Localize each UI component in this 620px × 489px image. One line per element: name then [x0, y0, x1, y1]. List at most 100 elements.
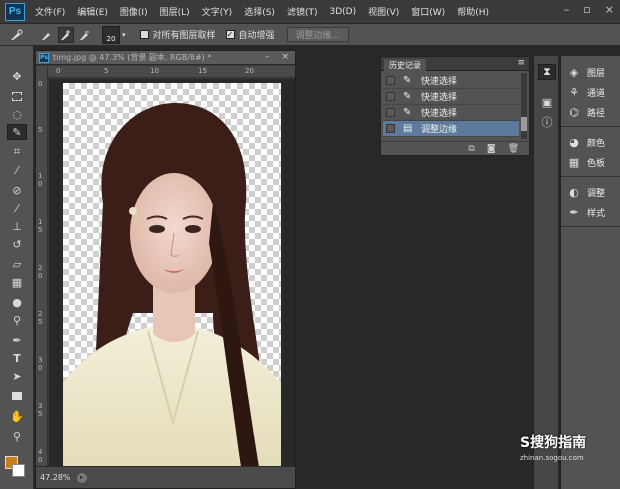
scrollbar-thumb[interactable]	[521, 117, 527, 131]
healing-brush-tool[interactable]: ⊘	[7, 182, 27, 198]
ruler-tick: 0	[38, 80, 43, 88]
paths-icon: ⌬	[569, 105, 579, 119]
history-scrollbar[interactable]	[521, 73, 527, 139]
history-panel: 历史记录 ≡ ✎ 快速选择 ✎ 快速选择 ✎ 快速选择 ▤ 调整边缘 ⧉ ◙ 🗑	[380, 56, 530, 156]
history-snapshot-checkbox[interactable]	[386, 92, 395, 101]
crop-tool[interactable]: ⌗	[7, 144, 27, 160]
status-menu-button[interactable]: ▸	[76, 472, 87, 483]
dodge-tool[interactable]: ⚲	[7, 312, 27, 328]
styles-panel-button[interactable]: ✒ 样式	[567, 204, 605, 220]
image-canvas[interactable]	[63, 83, 281, 467]
menu-window[interactable]: 窗口(W)	[411, 5, 445, 18]
document-status-bar: 47.28% ▸	[36, 466, 295, 488]
ruler-tick: 20	[245, 67, 254, 75]
auto-enhance-checkbox[interactable]: ✓	[225, 30, 235, 39]
move-icon: ✥	[12, 69, 22, 83]
background-color-swatch[interactable]	[12, 464, 25, 477]
adjustments-panel-button[interactable]: ◐ 调整	[567, 184, 605, 200]
history-item[interactable]: ✎ 快速选择	[383, 73, 519, 89]
zoom-tool[interactable]: ⚲	[7, 428, 27, 444]
new-selection-button[interactable]	[39, 27, 55, 43]
brush-size-picker[interactable]: 20	[102, 25, 120, 44]
swatches-panel-button[interactable]: ▦ 色板	[567, 154, 605, 170]
paths-panel-button[interactable]: ⌬ 路径	[567, 104, 605, 120]
document-tab[interactable]: Ps timg.jpg @ 47.3% (背景 副本, RGB/8#) * – …	[36, 51, 295, 65]
pen-icon: ✒	[12, 333, 22, 347]
close-button[interactable]: ×	[605, 3, 614, 16]
history-snapshot-checkbox[interactable]	[386, 76, 395, 85]
bandage-icon: ⊘	[12, 183, 22, 197]
refine-edge-button[interactable]: 调整边缘...	[286, 27, 350, 42]
ruler-tick: 5	[104, 67, 109, 75]
layers-panel-button[interactable]: ◈ 图层	[567, 64, 605, 80]
trash-icon[interactable]: 🗑	[508, 144, 519, 154]
actions-icon: ▣	[541, 95, 553, 109]
ruler-tick: 0	[56, 67, 61, 75]
menu-view[interactable]: 视图(V)	[368, 5, 399, 18]
info-icon: ⓘ	[541, 116, 553, 129]
history-tab-bar: 历史记录 ≡	[381, 57, 529, 71]
gradient-tool[interactable]: ▦	[7, 274, 27, 290]
document-minimize-button[interactable]: –	[265, 52, 270, 62]
move-tool[interactable]: ✥	[7, 68, 27, 84]
camera-icon[interactable]: ◙	[487, 144, 496, 154]
document-close-button[interactable]: ×	[281, 52, 289, 62]
type-tool[interactable]: T	[7, 350, 27, 366]
menu-type[interactable]: 文字(Y)	[202, 5, 233, 18]
color-panel-button[interactable]: ◕ 颜色	[567, 134, 605, 150]
clone-stamp-tool[interactable]: ⊥	[7, 218, 27, 234]
new-document-from-state-icon[interactable]: ⧉	[468, 144, 474, 154]
quick-selection-tool[interactable]: ✎	[7, 124, 27, 140]
actions-panel-button[interactable]: ▣	[538, 94, 556, 110]
document-window-controls: – ×	[265, 52, 289, 62]
collapsed-panel-strip: ⧗ ▣ ⓘ	[533, 56, 559, 489]
path-selection-tool[interactable]: ➤	[7, 368, 27, 384]
menu-image[interactable]: 图像(I)	[120, 5, 148, 18]
channels-panel-button[interactable]: ⚘ 通道	[567, 84, 605, 100]
dock-divider	[561, 176, 620, 177]
options-bar: 20 ▾ 对所有图层取样 ✓ 自动增强 调整边缘...	[0, 24, 620, 46]
history-snapshot-checkbox[interactable]	[386, 108, 395, 117]
document-ps-icon: Ps	[39, 52, 49, 63]
subtract-from-selection-button[interactable]	[77, 27, 93, 43]
sample-all-layers-option[interactable]: 对所有图层取样	[139, 28, 216, 41]
zoom-level[interactable]: 47.28%	[40, 473, 71, 482]
lasso-tool[interactable]: ◌	[7, 106, 27, 122]
pen-tool[interactable]: ✒	[7, 332, 27, 348]
photoshop-logo: Ps	[5, 2, 25, 21]
menu-filter[interactable]: 滤镜(T)	[287, 5, 318, 18]
history-item-selected[interactable]: ▤ 调整边缘	[383, 121, 519, 137]
menu-file[interactable]: 文件(F)	[35, 5, 65, 18]
chevron-down-icon[interactable]: ▾	[122, 31, 126, 39]
history-brush-tool[interactable]: ↺	[7, 236, 27, 252]
shape-tool[interactable]	[7, 388, 27, 404]
history-item[interactable]: ✎ 快速选择	[383, 105, 519, 121]
menu-select[interactable]: 选择(S)	[244, 5, 275, 18]
canvas-area[interactable]	[49, 79, 295, 467]
hand-tool[interactable]: ✋	[7, 408, 27, 424]
blur-tool[interactable]: ●	[7, 294, 27, 310]
menu-edit[interactable]: 编辑(E)	[77, 5, 108, 18]
history-snapshot-checkbox[interactable]	[386, 124, 395, 133]
menu-help[interactable]: 帮助(H)	[457, 5, 489, 18]
auto-enhance-option[interactable]: ✓ 自动增强	[225, 28, 275, 41]
history-item[interactable]: ✎ 快速选择	[383, 89, 519, 105]
menu-layer[interactable]: 图层(L)	[160, 5, 190, 18]
tool-preset-picker[interactable]	[6, 27, 28, 43]
menu-3d[interactable]: 3D(D)	[329, 7, 356, 17]
sample-all-layers-checkbox[interactable]	[139, 30, 149, 39]
eyedropper-tool[interactable]: ⁄	[7, 162, 27, 178]
brush-tool[interactable]: ⁄	[7, 200, 27, 216]
history-footer: ⧉ ◙ 🗑	[381, 141, 529, 155]
info-panel-button[interactable]: ⓘ	[538, 114, 556, 130]
ruler-tick: 1 0	[38, 172, 43, 188]
tab-history[interactable]: 历史记录	[384, 59, 426, 71]
marquee-tool[interactable]	[7, 88, 27, 104]
eraser-tool[interactable]: ▱	[7, 256, 27, 272]
restore-button[interactable]: ▫	[583, 3, 590, 16]
add-to-selection-button[interactable]	[58, 26, 74, 43]
hand-icon: ✋	[10, 409, 24, 423]
panel-menu-icon[interactable]: ≡	[517, 58, 525, 68]
history-panel-button[interactable]: ⧗	[538, 64, 556, 80]
minimize-button[interactable]: –	[564, 3, 570, 16]
